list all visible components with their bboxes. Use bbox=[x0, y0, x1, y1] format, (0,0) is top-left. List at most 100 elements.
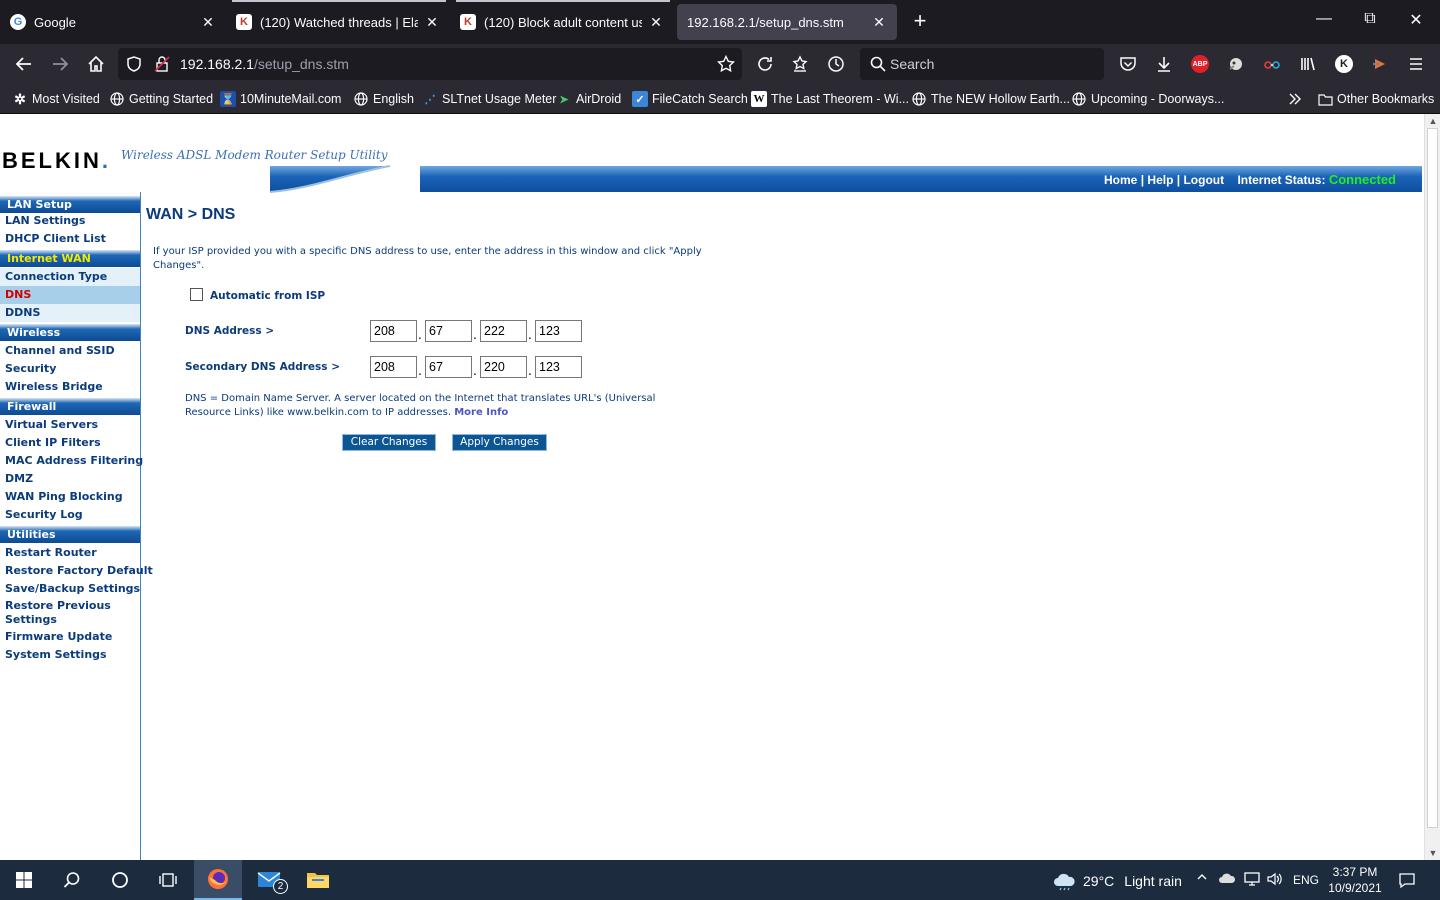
downloads-icon[interactable] bbox=[1152, 52, 1176, 76]
notifications-icon[interactable] bbox=[1398, 871, 1416, 892]
sidebar-item-wireless-bridge[interactable]: Wireless Bridge bbox=[0, 378, 140, 396]
bookmark-sltnet[interactable]: ⋰ SLTnet Usage Meter bbox=[422, 90, 557, 108]
sidebar-item-dhcp-client-list[interactable]: DHCP Client List bbox=[0, 230, 140, 248]
taskbar-search-icon[interactable] bbox=[48, 860, 96, 900]
more-info-link[interactable]: More Info bbox=[454, 407, 508, 418]
forward-arrow-icon[interactable] bbox=[48, 52, 72, 76]
sidebar-section-wireless[interactable]: Wireless bbox=[0, 324, 140, 341]
bookmarks-star-list-icon[interactable] bbox=[788, 52, 812, 76]
sidebar-section-firewall[interactable]: Firewall bbox=[0, 398, 140, 415]
scroll-down-icon[interactable]: ▼ bbox=[1425, 846, 1440, 860]
sidebar-item-lan-settings[interactable]: LAN Settings bbox=[0, 212, 140, 230]
dns-octet-3[interactable]: 222 bbox=[480, 320, 527, 342]
dns-octet-4[interactable]: 123 bbox=[535, 320, 582, 342]
sidebar-item-dns[interactable]: DNS bbox=[0, 286, 140, 304]
sidebar-item-virtual-servers[interactable]: Virtual Servers bbox=[0, 416, 140, 434]
restore-window-icon[interactable]: ⧉ bbox=[1358, 10, 1382, 34]
bookmark-most-visited[interactable]: ✲ Most Visited bbox=[12, 90, 100, 108]
sidebar-item-wan-ping-blocking[interactable]: WAN Ping Blocking bbox=[0, 488, 140, 506]
help-link[interactable]: Help bbox=[1147, 173, 1173, 187]
automatic-from-isp-checkbox[interactable] bbox=[190, 288, 203, 301]
sidebar-item-save-backup[interactable]: Save/Backup Settings bbox=[0, 580, 140, 598]
bookmark-last-theorem[interactable]: W The Last Theorem - Wi... bbox=[751, 90, 909, 108]
scroll-up-icon[interactable]: ▲ bbox=[1425, 114, 1440, 128]
secondary-dns-octet-2[interactable]: 67 bbox=[425, 356, 472, 378]
windows-start-icon[interactable] bbox=[0, 860, 48, 900]
mail-taskbar-icon[interactable]: 2 bbox=[246, 860, 294, 900]
dns-octet-2[interactable]: 67 bbox=[425, 320, 472, 342]
task-view-icon[interactable] bbox=[144, 860, 192, 900]
more-bookmarks-chevron-icon[interactable] bbox=[1288, 90, 1302, 108]
extension-orange-icon[interactable] bbox=[1368, 52, 1392, 76]
page-scrollbar[interactable]: ▲ ▼ bbox=[1424, 114, 1440, 860]
sidebar-item-client-ip-filters[interactable]: Client IP Filters bbox=[0, 434, 140, 452]
volume-icon[interactable] bbox=[1266, 871, 1282, 890]
scrollbar-thumb[interactable] bbox=[1427, 128, 1438, 828]
file-explorer-taskbar-icon[interactable] bbox=[294, 860, 342, 900]
system-clock[interactable]: 3:37 PM 10/9/2021 bbox=[1326, 864, 1384, 896]
other-bookmarks-folder[interactable]: Other Bookmarks bbox=[1317, 90, 1434, 108]
close-window-icon[interactable]: ✕ bbox=[1404, 10, 1428, 34]
home-icon[interactable] bbox=[84, 52, 108, 76]
sidebar-item-system-settings[interactable]: System Settings bbox=[0, 646, 140, 664]
bookmark-airdroid[interactable]: ➤ AirDroid bbox=[556, 90, 621, 108]
cortana-circle-icon[interactable] bbox=[96, 860, 144, 900]
minimize-icon[interactable]: — bbox=[1312, 10, 1336, 34]
input-language[interactable]: ENG bbox=[1293, 873, 1319, 887]
logout-link[interactable]: Logout bbox=[1183, 173, 1224, 187]
bookmark-english[interactable]: English bbox=[353, 90, 414, 108]
bookmark-filecatch[interactable]: ✓ FileCatch Search bbox=[632, 90, 748, 108]
sidebar-item-channel-ssid[interactable]: Channel and SSID bbox=[0, 342, 140, 360]
sidebar-item-security-log[interactable]: Security Log bbox=[0, 506, 140, 524]
close-tab-icon[interactable]: ✕ bbox=[424, 14, 440, 31]
pocket-icon[interactable] bbox=[1116, 52, 1140, 76]
sidebar-item-mac-filtering[interactable]: MAC Address Filtering bbox=[0, 452, 143, 470]
sidebar-item-security[interactable]: Security bbox=[0, 360, 140, 378]
sidebar-item-ddns[interactable]: DDNS bbox=[0, 304, 140, 322]
reload-icon[interactable] bbox=[753, 52, 777, 76]
tab-google[interactable]: G Google ✕ bbox=[0, 4, 226, 40]
extension-glasses-icon[interactable] bbox=[1260, 52, 1284, 76]
back-arrow-icon[interactable] bbox=[12, 52, 36, 76]
tab-elakiri-block[interactable]: K (120) Block adult content using ✕ bbox=[450, 4, 674, 40]
close-tab-icon[interactable]: ✕ bbox=[871, 14, 887, 31]
extension-ghost-icon[interactable] bbox=[1224, 52, 1248, 76]
library-icon[interactable] bbox=[1296, 52, 1320, 76]
history-clock-icon[interactable] bbox=[824, 52, 848, 76]
tab-router-dns[interactable]: 192.168.2.1/setup_dns.stm ✕ bbox=[677, 4, 897, 40]
secondary-dns-octet-4[interactable]: 123 bbox=[535, 356, 582, 378]
network-icon[interactable] bbox=[1243, 871, 1261, 890]
show-hidden-icons-chevron[interactable] bbox=[1196, 871, 1208, 886]
bookmark-10minutemail[interactable]: ⌛ 10MinuteMail.com bbox=[220, 90, 341, 108]
bookmark-star-icon[interactable] bbox=[714, 52, 738, 76]
close-tab-icon[interactable]: ✕ bbox=[200, 14, 216, 31]
clear-changes-button[interactable]: Clear Changes bbox=[342, 434, 436, 451]
sidebar-item-connection-type[interactable]: Connection Type bbox=[0, 268, 140, 286]
account-avatar-icon[interactable]: K bbox=[1332, 52, 1356, 76]
insecure-lock-icon[interactable] bbox=[150, 52, 174, 76]
bookmark-getting-started[interactable]: Getting Started bbox=[109, 90, 213, 108]
onedrive-cloud-icon[interactable] bbox=[1218, 871, 1236, 888]
sidebar-section-utilities[interactable]: Utilities bbox=[0, 526, 140, 543]
tracking-shield-icon[interactable] bbox=[122, 52, 146, 76]
sidebar-item-restore-factory[interactable]: Restore Factory Default bbox=[0, 562, 153, 580]
adblock-plus-icon[interactable]: ABP bbox=[1188, 52, 1212, 76]
apply-changes-button[interactable]: Apply Changes bbox=[452, 434, 547, 451]
sidebar-item-dmz[interactable]: DMZ bbox=[0, 470, 140, 488]
home-link[interactable]: Home bbox=[1104, 173, 1137, 187]
dns-octet-1[interactable]: 208 bbox=[370, 320, 417, 342]
hamburger-menu-icon[interactable] bbox=[1404, 52, 1428, 76]
address-bar[interactable]: 192.168.2.1/setup_dns.stm bbox=[118, 48, 742, 80]
search-box[interactable]: Search bbox=[860, 48, 1104, 80]
secondary-dns-octet-3[interactable]: 220 bbox=[480, 356, 527, 378]
sidebar-item-restore-previous[interactable]: Restore Previous Settings bbox=[0, 597, 120, 627]
sidebar-item-restart-router[interactable]: Restart Router bbox=[0, 544, 140, 562]
firefox-taskbar-icon[interactable] bbox=[194, 860, 242, 900]
sidebar-section-internet-wan[interactable]: Internet WAN bbox=[0, 250, 140, 267]
weather-widget[interactable]: 29°C Light rain bbox=[1053, 871, 1182, 891]
bookmark-hollow-earth[interactable]: The NEW Hollow Earth... bbox=[911, 90, 1070, 108]
bookmark-upcoming-doorways[interactable]: Upcoming - Doorways... bbox=[1071, 90, 1224, 108]
new-tab-button[interactable]: + bbox=[908, 10, 932, 34]
close-tab-icon[interactable]: ✕ bbox=[648, 14, 664, 31]
sidebar-item-firmware-update[interactable]: Firmware Update bbox=[0, 628, 140, 646]
